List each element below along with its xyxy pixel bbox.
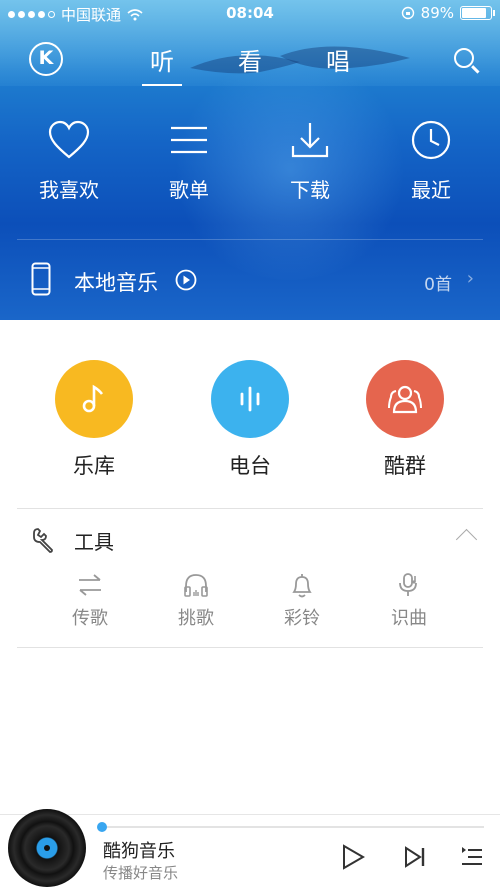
status-bar: 中国联通 08:04 89%: [0, 0, 500, 26]
feature-label: 酷群: [384, 454, 426, 478]
next-track-icon[interactable]: [403, 843, 427, 871]
radio-circle: [211, 360, 289, 438]
quick-action-label: 歌单: [169, 178, 209, 202]
playback-progress[interactable]: [97, 822, 484, 832]
wrench-icon: [33, 528, 53, 553]
play-icon[interactable]: [340, 843, 366, 871]
tool-ringtone[interactable]: 彩铃: [257, 572, 347, 630]
quick-action-favorites[interactable]: 我喜欢: [9, 120, 129, 203]
mini-player[interactable]: 酷狗音乐 传播好音乐: [0, 809, 500, 890]
tool-label: 识曲: [391, 608, 427, 629]
download-icon: [291, 123, 329, 158]
feature-radio[interactable]: 电台: [190, 360, 310, 480]
feature-group[interactable]: 酷群: [345, 360, 465, 480]
play-circle-icon[interactable]: [175, 269, 197, 291]
quick-action-recent[interactable]: 最近: [371, 120, 491, 203]
kugou-logo[interactable]: K: [29, 42, 63, 76]
battery-percent: 89%: [420, 4, 454, 22]
tab-sing[interactable]: 唱: [308, 42, 368, 77]
quick-action-playlists[interactable]: 歌单: [129, 120, 249, 203]
local-music-row[interactable]: 本地音乐 0首 ›: [0, 240, 500, 320]
now-playing-title: 酷狗音乐: [103, 841, 175, 862]
group-circle: [366, 360, 444, 438]
transfer-icon: [79, 574, 101, 596]
tab-listen[interactable]: 听: [132, 42, 192, 86]
album-disc[interactable]: [8, 809, 86, 887]
tool-pick-songs[interactable]: 挑歌: [151, 572, 241, 630]
playlist-queue-icon[interactable]: [460, 843, 484, 871]
quick-action-label: 下载: [290, 178, 330, 202]
list-icon: [171, 126, 207, 154]
tool-transfer[interactable]: 传歌: [45, 572, 135, 630]
battery-icon: [460, 6, 495, 20]
mic-icon: [399, 573, 417, 596]
music-library-circle: [55, 360, 133, 438]
feature-label: 乐库: [73, 454, 115, 478]
orientation-lock-icon: [401, 6, 414, 20]
quick-action-label: 我喜欢: [39, 178, 99, 202]
headphones-icon: [184, 574, 208, 597]
chevron-up-icon[interactable]: [455, 528, 478, 551]
tools-title: 工具: [74, 530, 114, 554]
now-playing-subtitle: 传播好音乐: [103, 864, 179, 882]
tool-song-recognition[interactable]: 识曲: [364, 572, 454, 630]
group-icon: [388, 385, 422, 414]
music-note-icon: [82, 384, 104, 413]
quick-action-label: 最近: [411, 178, 451, 202]
tool-label: 彩铃: [284, 608, 320, 629]
radio-bars-icon: [240, 386, 260, 412]
top-nav: K 听 看 唱: [0, 34, 500, 86]
progress-knob[interactable]: [97, 822, 107, 832]
quick-action-downloads[interactable]: 下载: [250, 120, 370, 203]
phone-icon: [31, 262, 51, 296]
clock-icon: [411, 120, 451, 160]
tool-label: 挑歌: [178, 608, 214, 629]
hero-banner: 中国联通 08:04 89% K 听 看 唱 我喜欢 歌单 下载 最近 本地音乐…: [0, 0, 500, 320]
heart-icon: [48, 120, 90, 159]
bell-icon: [292, 574, 312, 598]
chevron-right-icon: ›: [466, 268, 474, 289]
local-music-count: 0首: [424, 275, 452, 295]
tools-top-divider: [17, 508, 483, 509]
tool-label: 传歌: [72, 608, 108, 629]
tools-bottom-divider: [17, 647, 483, 648]
local-music-label: 本地音乐: [74, 271, 158, 295]
search-icon[interactable]: [454, 48, 474, 68]
tab-watch[interactable]: 看: [220, 42, 280, 77]
feature-label: 电台: [229, 454, 271, 478]
feature-music-library[interactable]: 乐库: [34, 360, 154, 480]
